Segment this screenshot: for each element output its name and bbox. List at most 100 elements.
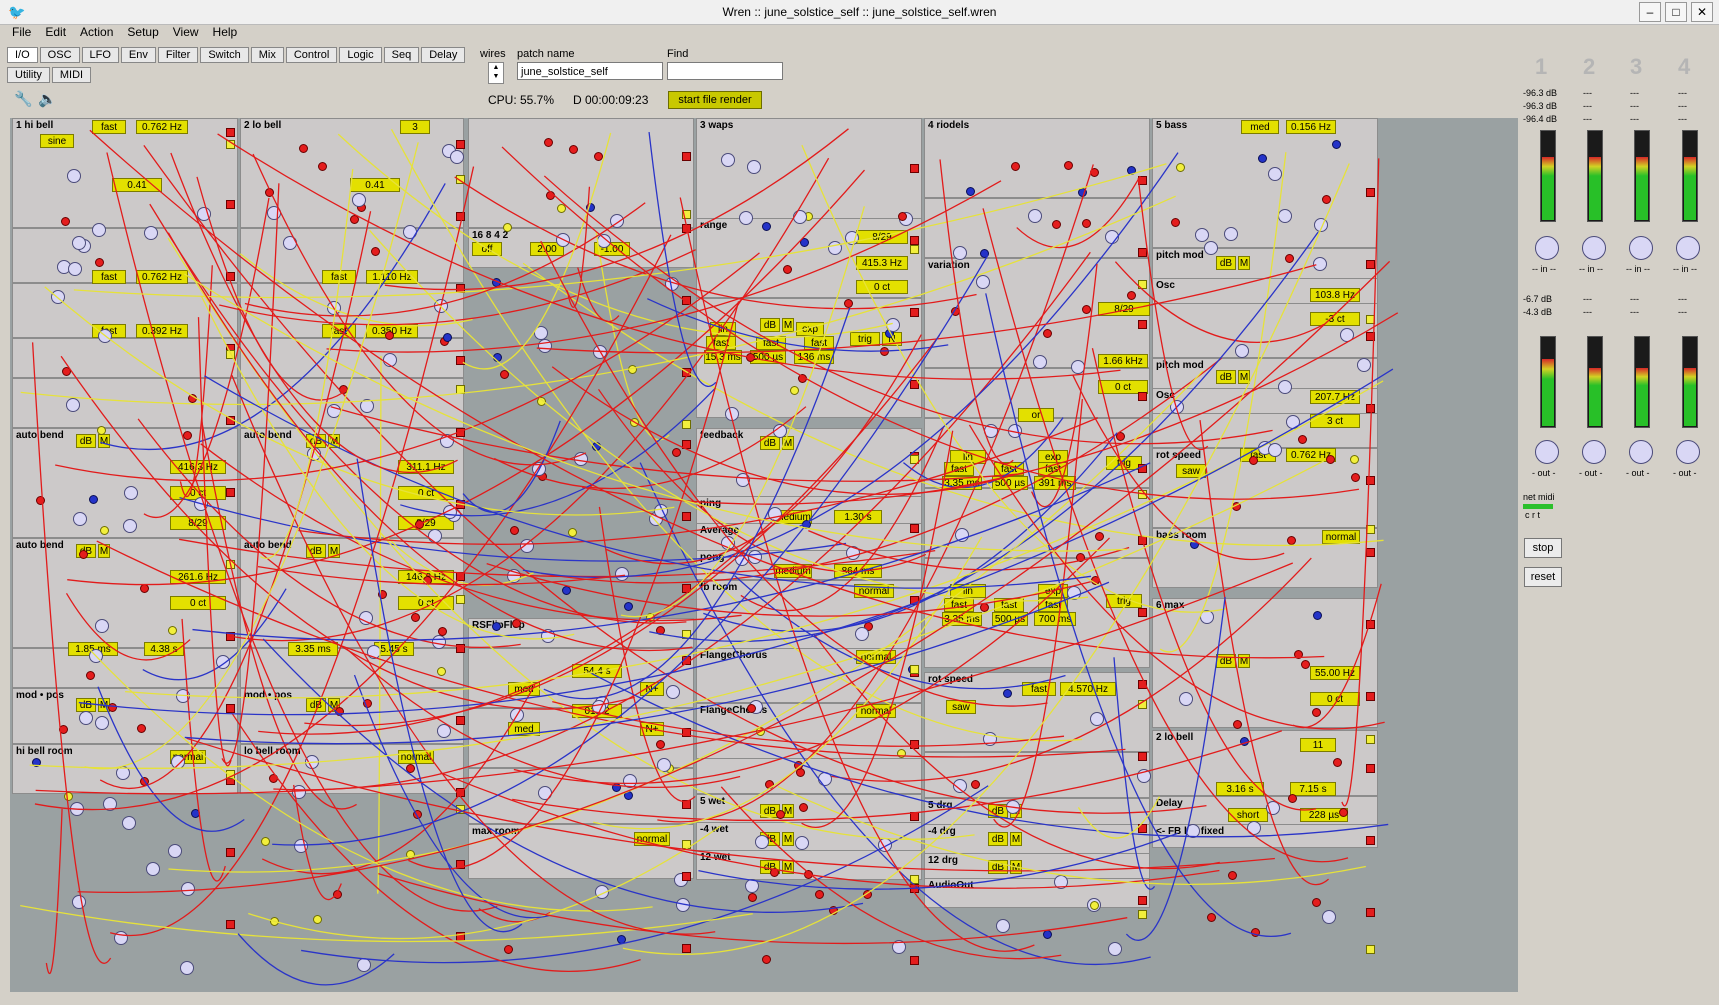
out-db-2b: --- [1583,307,1592,317]
patch-cable-54[interactable] [1159,152,1287,653]
channel-4-number: 4 [1678,54,1691,79]
patch-cable-17[interactable] [831,557,1312,782]
tab-control[interactable]: Control [285,47,338,63]
patch-cable-121[interactable] [512,730,1283,822]
patch-cable-25[interactable] [1292,583,1382,729]
patch-cable-32[interactable] [219,249,696,326]
tab-logic[interactable]: Logic [339,47,382,63]
patch-cable-30[interactable] [598,506,696,802]
patch-cable-51[interactable] [1114,261,1325,343]
in-level-knob-1[interactable] [1535,236,1559,260]
menu-help[interactable]: Help [213,25,238,45]
time-readout: D 00:00:09:23 [573,93,649,107]
close-button[interactable]: ✕ [1691,2,1713,22]
patch-cable-74[interactable] [20,195,1176,406]
menu-action[interactable]: Action [80,25,113,45]
tab-lfo[interactable]: LFO [81,47,119,63]
out-db-2: --- [1583,294,1592,304]
in-db-4b: --- [1678,101,1687,111]
patch-cable-13[interactable] [301,785,989,964]
tab-delay[interactable]: Delay [421,47,466,63]
maximize-button[interactable]: □ [1665,2,1687,22]
patch-cable-137[interactable] [1341,158,1380,807]
net-midi-label: net midi [1523,492,1555,502]
tab-midi[interactable]: MIDI [51,67,92,83]
minimize-button[interactable]: – [1639,2,1661,22]
patch-cable-107[interactable] [197,317,232,767]
find-field[interactable] [667,62,783,80]
patch-cable-95[interactable] [326,180,1002,353]
patch-cable-73[interactable] [590,672,1389,838]
tab-env[interactable]: Env [120,47,156,63]
patch-cable-141[interactable] [77,260,1391,894]
menu-file[interactable]: File [12,25,31,45]
tab-utility[interactable]: Utility [7,67,50,83]
patch-cable-36[interactable] [99,211,372,790]
patch-name-field[interactable]: june_solstice_self [517,62,663,80]
tab-filter[interactable]: Filter [157,47,199,63]
patch-cable-115[interactable] [31,342,112,964]
tab-switch[interactable]: Switch [200,47,249,63]
menu-view[interactable]: View [173,25,199,45]
patch-cable-148[interactable] [1125,596,1226,941]
reset-button[interactable]: reset [1524,567,1562,587]
patch-cable-72[interactable] [454,176,977,310]
patch-cable-125[interactable] [221,183,280,764]
speaker-icon[interactable]: 🔈 [38,90,57,108]
out-level-knob-4[interactable] [1676,440,1700,464]
patch-cable-96[interactable] [231,375,716,935]
menu-setup[interactable]: Setup [127,25,158,45]
patch-cable-122[interactable] [384,128,849,291]
patch-cable-82[interactable] [1199,420,1330,886]
patch-cable-99[interactable] [1077,796,1161,839]
wrench-icon[interactable]: 🔧 [14,90,33,108]
in-level-knob-4[interactable] [1676,236,1700,260]
out-level-knob-2[interactable] [1582,440,1606,464]
patch-cable-70[interactable] [720,786,1062,960]
in-db-1b: -96.3 dB [1523,101,1558,111]
patch-cable-91[interactable] [982,208,1349,863]
patch-cable-111[interactable] [543,175,1273,445]
in-meter-4-fill [1684,157,1696,220]
patch-cable-61[interactable] [60,355,635,710]
patch-cable-85[interactable] [34,234,672,811]
patch-cable-87[interactable] [65,592,191,661]
patch-cable-65[interactable] [1031,263,1098,508]
patch-cable-63[interactable] [649,231,1319,642]
patch-cable-98[interactable] [192,462,1151,641]
patch-cable-9[interactable] [522,262,1384,547]
patch-cable-29[interactable] [167,237,975,840]
patch-canvas[interactable]: 1 hi bell 2 lo bell 16 8 4 23 waps 4 riodel… [10,118,1518,992]
tab-mix[interactable]: Mix [250,47,284,63]
patch-cable-78[interactable] [1113,657,1156,890]
out-db-1: -6.7 dB [1523,294,1553,304]
patch-cable-35[interactable] [106,152,498,912]
patch-cable-114[interactable] [200,295,575,640]
patch-cable-84[interactable] [73,163,1167,299]
in-label-2: -- in -- [1579,264,1603,274]
patch-cable-47[interactable] [657,164,1094,823]
in-db-3: --- [1630,88,1639,98]
out-label-4: - out - [1673,468,1697,478]
out-level-knob-3[interactable] [1629,440,1653,464]
out-meter-2-fill [1589,367,1601,426]
patch-cable-136[interactable] [501,146,1360,500]
wires-spinner[interactable]: ▲ ▼ [488,62,504,84]
stop-button[interactable]: stop [1524,538,1562,558]
tab-osc[interactable]: OSC [39,47,80,63]
in-level-knob-3[interactable] [1629,236,1653,260]
out-level-knob-1[interactable] [1535,440,1559,464]
tab-io[interactable]: I/O [7,47,38,63]
start-render-button[interactable]: start file render [668,91,762,109]
patch-cable-112[interactable] [939,159,1014,465]
patch-cable-128[interactable] [204,375,1092,589]
patch-cable-18[interactable] [179,497,847,562]
tab-seq[interactable]: Seq [383,47,420,63]
in-level-knob-2[interactable] [1582,236,1606,260]
patch-cable-31[interactable] [45,808,63,975]
patch-cable-21[interactable] [231,712,641,972]
patch-cable-135[interactable] [540,240,1048,707]
menu-edit[interactable]: Edit [45,25,66,45]
in-db-3b: --- [1630,101,1639,111]
patch-cable-20[interactable] [181,618,226,882]
